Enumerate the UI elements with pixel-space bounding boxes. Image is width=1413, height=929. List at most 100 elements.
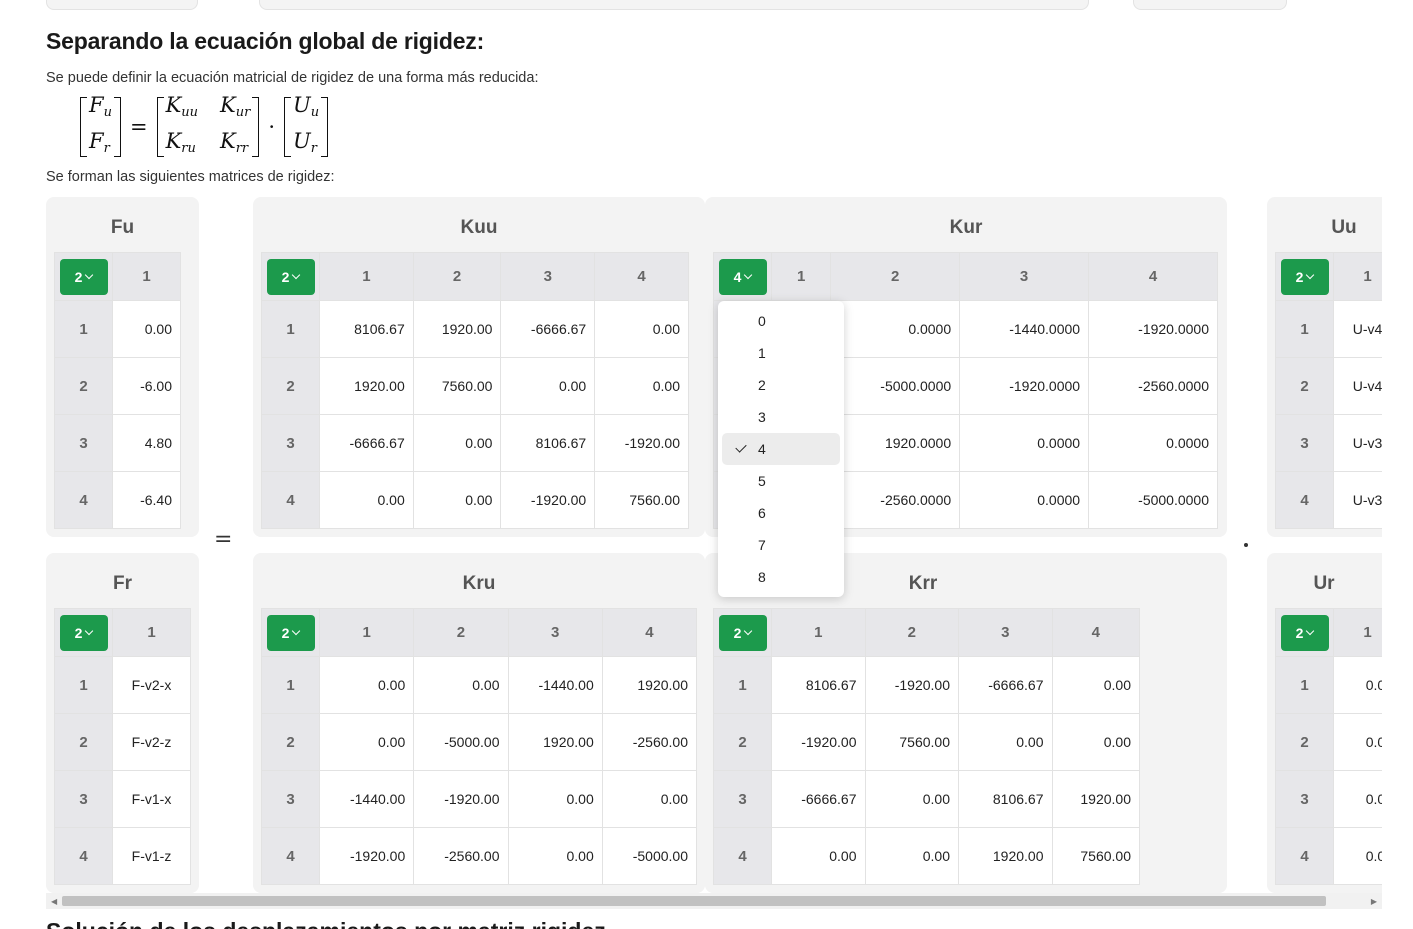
matrix-table-kuu: 21234 1 8106.67 1920.00 -6666.67 0.00 2 1920.… [261,252,689,529]
size-select-ur[interactable]: 2 [1280,614,1329,651]
panel-kru: Kru 21234 1 0.00 0.00 -1440.00 1920.00 2 0.00… [253,553,705,893]
chevron-down-icon [1306,626,1315,635]
force-r: Fr [89,129,110,156]
equals-sign: = [214,527,233,552]
multiplication-dot [1244,543,1248,547]
table-row: 3 F-v1-x [54,770,191,828]
panel-kuu: Kuu 21234 1 8106.67 1920.00 -6666.67 0.00 21… [253,197,705,537]
size-dropdown-menu: 0 1 2 3 4 5 6 7 8 [718,301,844,597]
chevron-down-icon [744,626,753,635]
cell: 4.80 [112,414,181,472]
dropdown-option[interactable]: 0 [722,305,840,337]
size-select-kuu[interactable]: 2 [266,258,315,295]
table-row: 30.00 [1275,770,1382,828]
chevron-down-icon [85,270,94,279]
table-row: 1 0.00 0.00 -1440.00 1920.00 [261,656,698,714]
chevron-down-icon [292,270,301,279]
table-row: 2 -6.00 [54,357,181,415]
size-select-kru[interactable]: 2 [266,614,315,651]
table-row: 4 0.00 0.00 1920.00 7560.00 [713,827,1140,885]
dropdown-option[interactable]: 8 [722,561,840,593]
scroll-right-arrow-icon[interactable]: ▶ [1371,897,1377,906]
dropdown-option[interactable]: 2 [722,369,840,401]
intro-text: Se puede definir la ecuación matricial d… [46,70,539,86]
stiffness-matrix: Kuu Kur Kru Krr [156,93,260,157]
scrollbar-thumb[interactable] [62,896,1326,906]
horizontal-scrollbar[interactable]: ◀ ▶ [46,893,1382,909]
matrices-text: Se forman las siguientes matrices de rig… [46,169,335,185]
matrix-table-kru: 21234 1 0.00 0.00 -1440.00 1920.00 2 0.00 -500… [261,608,698,885]
dropdown-option-selected[interactable]: 4 [722,433,840,465]
dropdown-option[interactable]: 3 [722,401,840,433]
table-row: 4 -1920.00 -2560.00 0.00 -5000.00 [261,827,698,885]
matrix-table-ur: 21 10.00 20.00 30.00 40.00 [1275,608,1382,885]
cell: -6.00 [112,357,181,415]
panel-uu: Uu 21 1 U-v4 2 U-v4 3 U-v3 4 U-v3 [1267,197,1382,537]
table-row: 2 U-v4 [1275,357,1382,415]
force-u: Fu [89,93,112,120]
size-select-krr[interactable]: 2 [718,614,767,651]
table-row: 4 U-v3 [1275,471,1382,529]
table-row: 2 -1920.00 7560.00 0.00 0.00 [713,713,1140,771]
table-row: 3 -1440.00 -1920.00 0.00 0.00 [261,770,698,828]
cell: 0.00 [112,300,181,358]
table-row: 3 U-v3 [1275,414,1382,472]
table-row: 1 8106.67 -1920.00 -6666.67 0.00 [713,656,1140,714]
size-select-uu[interactable]: 2 [1280,258,1329,295]
table-row: 2 F-v2-z [54,713,191,771]
panel-title: Kru [462,573,496,594]
table-row: 2 1920.00 7560.00 0.00 0.00 [261,357,689,415]
dropdown-option[interactable]: 1 [722,337,840,369]
chevron-down-icon [85,626,94,635]
panel-title: Fr [113,573,132,594]
table-row: 20.00 [1275,713,1382,771]
table-row: 2 0.00 -5000.00 1920.00 -2560.00 [261,713,698,771]
matrix-table-krr: 21234 1 8106.67 -1920.00 -6666.67 0.00 2 -192… [713,608,1140,885]
dropdown-option[interactable]: 7 [722,529,840,561]
displacement-vector: Uu Ur [284,93,329,157]
table-row: 4 F-v1-z [54,827,191,885]
size-select-kur[interactable]: 4 [718,258,767,295]
previous-panel-remnant [1133,0,1287,10]
matrices-scroll-area[interactable]: Fu 21 1 0.00 2 -6.00 3 4.80 4 -6.40 Kuu 2123… [46,195,1382,895]
table-row: 4 0.00 0.00 -1920.00 7560.00 [261,471,689,529]
dot-operator: · [268,115,275,139]
check-icon [735,441,747,453]
table-row: 3 -6666.67 0.00 8106.67 1920.00 [713,770,1140,828]
table-row: 40.00 [1275,827,1382,885]
table-row: 1 8106.67 1920.00 -6666.67 0.00 [261,300,689,358]
previous-panel-remnant [259,0,1089,10]
table-row: 3 4.80 [54,414,181,472]
chevron-down-icon [1306,270,1315,279]
equals-operator: = [129,115,148,139]
table-row: 4 -6.40 [54,471,181,529]
panel-title: Fu [110,217,135,238]
table-row: 3 -6666.67 0.00 8106.67 -1920.00 [261,414,689,472]
panel-title: Uu [1331,217,1357,238]
cell: -6.40 [112,471,181,529]
panel-krr: Krr 21234 1 8106.67 -1920.00 -6666.67 0.00 2… [705,553,1227,893]
next-section-title: Solución de los desplazamientos por matr… [46,918,606,929]
table-row: 1 U-v4 [1275,300,1382,358]
chevron-down-icon [292,626,301,635]
table-row: 1 F-v2-x [54,656,191,714]
table-row: 10.00 [54,300,181,358]
panel-title: Kuu [460,217,498,238]
panel-fu: Fu 21 1 0.00 2 -6.00 3 4.80 4 -6.40 [46,197,199,537]
size-select-fr[interactable]: 2 [59,614,108,651]
panel-title: Ur [1313,573,1335,594]
panel-title: Kur [949,217,983,238]
section-title: Separando la ecuación global de rigidez: [46,28,485,54]
matrix-table-fr: 21 1 F-v2-x 2 F-v2-z 3 F-v1-x 4 F-v1-z [54,608,191,885]
size-select-fu[interactable]: 2 [59,258,108,295]
stiffness-equation: Fu Fr = Kuu Kur Kru Krr · Uu Ur [80,93,329,158]
chevron-down-icon [744,270,753,279]
force-vector: Fu Fr [80,93,121,157]
matrix-table-uu: 21 1 U-v4 2 U-v4 3 U-v3 4 U-v3 [1275,252,1382,529]
panel-fr: Fr 21 1 F-v2-x 2 F-v2-z 3 F-v1-x 4 F-v1-z [46,553,199,893]
dropdown-option[interactable]: 5 [722,465,840,497]
scroll-left-arrow-icon[interactable]: ◀ [51,897,57,906]
table-row: 10.00 [1275,656,1382,714]
matrix-table-fu: 21 1 0.00 2 -6.00 3 4.80 4 -6.40 [54,252,181,529]
dropdown-option[interactable]: 6 [722,497,840,529]
